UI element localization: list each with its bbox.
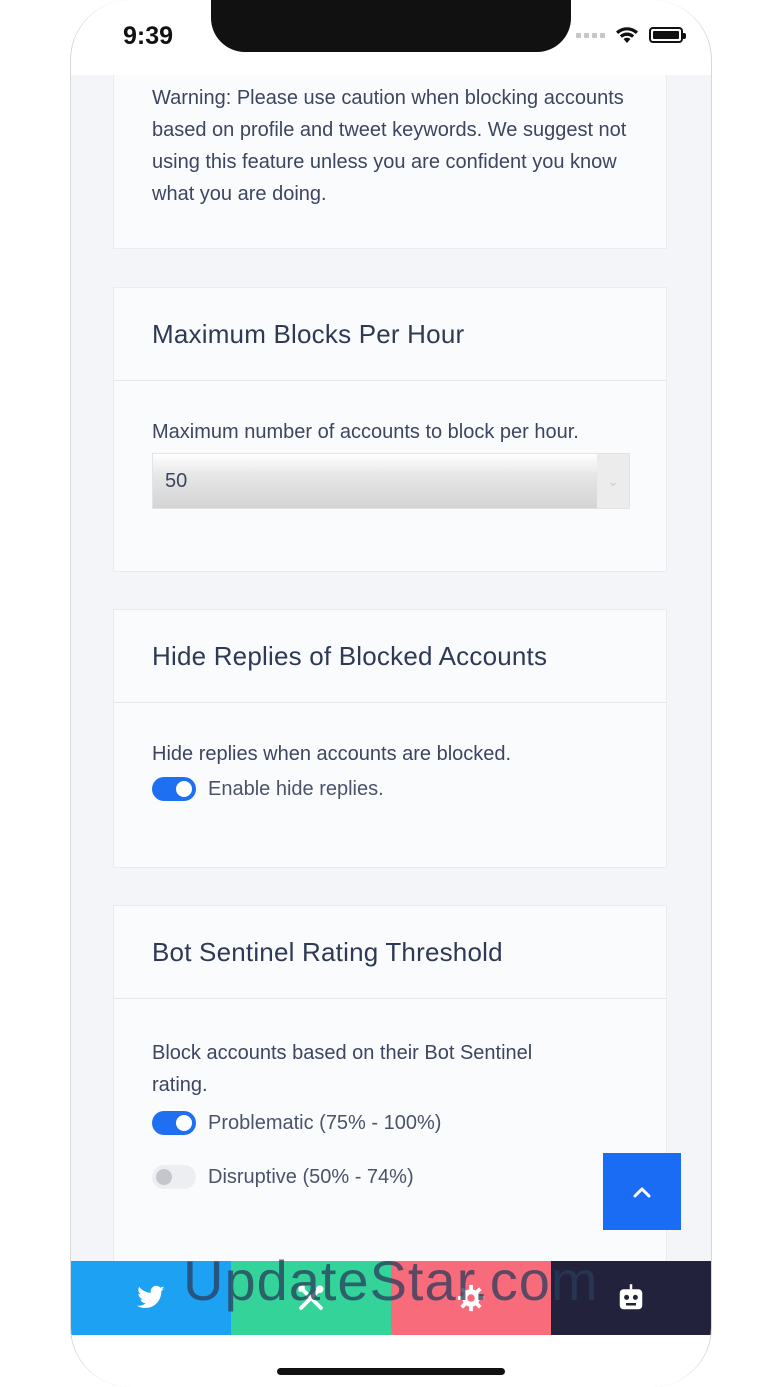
hide-replies-header: Hide Replies of Blocked Accounts: [114, 610, 666, 703]
scroll-to-top-button[interactable]: [603, 1153, 681, 1230]
hide-replies-title: Hide Replies of Blocked Accounts: [152, 640, 548, 671]
rating-threshold-card: Bot Sentinel Rating Threshold Block acco…: [113, 905, 667, 1261]
max-blocks-header: Maximum Blocks Per Hour: [114, 288, 666, 381]
tab-robot[interactable]: [551, 1261, 711, 1335]
bottom-tab-bar: [71, 1261, 711, 1335]
status-time: 9:39: [123, 22, 174, 50]
problematic-toggle-row[interactable]: Problematic (75% - 100%): [152, 1111, 628, 1135]
hide-replies-description: Hide replies when accounts are blocked.: [152, 743, 512, 765]
max-blocks-select-value: 50: [165, 469, 188, 492]
home-indicator: [277, 1368, 505, 1375]
twitter-bird-icon: [136, 1285, 165, 1309]
disruptive-toggle[interactable]: [152, 1165, 196, 1189]
chevron-up-icon: [633, 1187, 651, 1197]
gear-icon: [457, 1284, 485, 1312]
disruptive-toggle-row[interactable]: Disruptive (50% - 74%): [152, 1165, 628, 1189]
rating-threshold-description: Block accounts based on their Bot Sentin…: [152, 1042, 533, 1096]
disruptive-toggle-label[interactable]: Disruptive (50% - 74%): [208, 1166, 414, 1189]
settings-content[interactable]: Warning: Please use caution when blockin…: [71, 75, 711, 1261]
tools-icon: [298, 1285, 324, 1310]
hide-replies-toggle-row[interactable]: Enable hide replies.: [152, 777, 628, 801]
hide-replies-card: Hide Replies of Blocked Accounts Hide re…: [113, 609, 667, 868]
rating-threshold-title: Bot Sentinel Rating Threshold: [152, 936, 503, 967]
hide-replies-toggle[interactable]: [152, 777, 196, 801]
chevron-down-icon: ⌄: [597, 454, 629, 508]
robot-icon: [619, 1284, 643, 1310]
tab-tools[interactable]: [231, 1261, 391, 1335]
problematic-toggle[interactable]: [152, 1111, 196, 1135]
hide-replies-toggle-label[interactable]: Enable hide replies.: [208, 778, 384, 801]
device-notch: [211, 0, 571, 52]
problematic-toggle-label[interactable]: Problematic (75% - 100%): [208, 1112, 441, 1135]
max-blocks-select[interactable]: 50 ⌄: [152, 453, 630, 509]
max-blocks-title: Maximum Blocks Per Hour: [152, 318, 465, 349]
max-blocks-card: Maximum Blocks Per Hour Maximum number o…: [113, 287, 667, 572]
tab-twitter[interactable]: [71, 1261, 231, 1335]
wifi-icon: [616, 27, 638, 43]
battery-icon: [649, 27, 686, 43]
max-blocks-description: Maximum number of accounts to block per …: [152, 421, 579, 443]
warning-card: Warning: Please use caution when blockin…: [113, 75, 667, 249]
cellular-signal-icon: [576, 32, 605, 38]
phone-frame: 9:39 Warning: Please use caution when bl…: [70, 0, 712, 1387]
rating-threshold-header: Bot Sentinel Rating Threshold: [114, 906, 666, 999]
warning-text: Warning: Please use caution when blockin…: [152, 87, 627, 205]
tab-settings[interactable]: [391, 1261, 551, 1335]
status-icons: [576, 26, 686, 44]
